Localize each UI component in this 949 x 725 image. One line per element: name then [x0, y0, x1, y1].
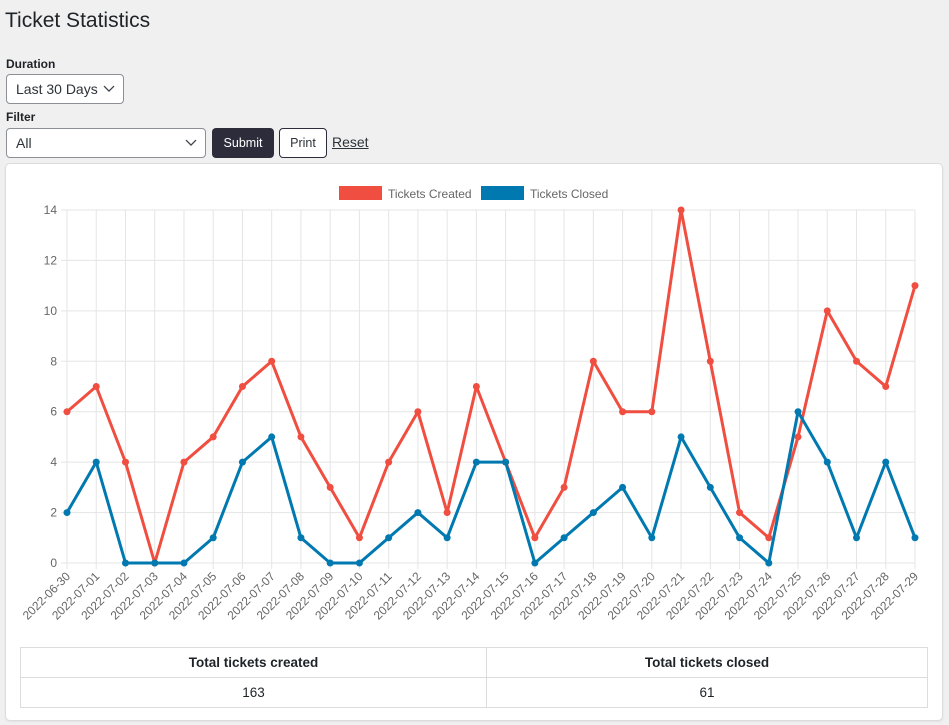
tickets-created-line — [66, 208, 917, 565]
tickets-closed-point — [268, 433, 276, 441]
tickets-closed-point — [326, 559, 334, 567]
total-created-header: Total tickets created — [20, 647, 487, 678]
summary-value-row: 163 61 — [20, 677, 928, 708]
tickets-closed-point — [882, 458, 890, 466]
chart-grid — [61, 209, 916, 569]
tickets-created-point — [238, 383, 246, 390]
total-closed-value: 61 — [486, 677, 928, 708]
tickets-closed-line — [65, 410, 917, 565]
tickets-created-point — [648, 408, 656, 416]
tickets-closed-point — [355, 559, 363, 567]
tickets-closed-point — [853, 534, 861, 542]
tickets-created-point — [92, 383, 100, 390]
tickets-closed-point — [502, 458, 510, 466]
tickets-created-point — [589, 357, 597, 365]
tickets-created-point — [823, 307, 831, 315]
tickets-closed-point — [238, 458, 246, 466]
legend-swatch — [339, 186, 382, 200]
tickets-closed-point — [209, 534, 217, 542]
tickets-created-point — [385, 458, 393, 466]
tickets-closed-point — [736, 534, 744, 542]
tickets-closed-point — [823, 458, 831, 466]
total-created-value: 163 — [20, 677, 487, 708]
legend-label: Tickets Created — [388, 187, 472, 201]
y-axis: 0 2 4 6 8 10 12 14 — [44, 203, 58, 570]
tickets-created-point — [180, 458, 188, 466]
tickets-closed-point — [472, 458, 480, 466]
tickets-created-point — [882, 383, 890, 390]
tickets-created-point — [531, 534, 539, 542]
tickets-created-point — [619, 408, 627, 416]
tickets-closed-point — [385, 534, 393, 542]
tickets-closed-point — [560, 534, 568, 542]
tickets-created-point — [443, 509, 451, 517]
tickets-created-point — [706, 357, 714, 365]
tickets-closed-point — [92, 458, 100, 466]
tickets-closed-point — [911, 534, 919, 542]
tickets-created-point — [736, 509, 744, 517]
tickets-created-point — [414, 408, 422, 416]
tickets-closed-point — [677, 433, 685, 441]
tickets-closed-point — [648, 534, 656, 542]
tickets-created-point — [63, 408, 71, 416]
y-tick-label: 0 — [50, 556, 57, 570]
tickets-closed-point — [297, 534, 305, 542]
tickets-created-point — [794, 433, 802, 441]
tickets-created-point — [121, 458, 129, 466]
tickets-closed-point — [706, 483, 714, 491]
chart-legend: Tickets Created Tickets Closed — [339, 186, 608, 201]
legend-swatch — [481, 186, 524, 200]
x-axis: 2022-06-302022-07-012022-07-022022-07-03… — [20, 569, 922, 623]
y-tick-label: 2 — [50, 506, 57, 520]
y-tick-label: 12 — [44, 253, 58, 267]
tickets-created-point — [268, 357, 276, 365]
tickets-closed-point — [443, 534, 451, 542]
tickets-created-point — [765, 534, 773, 542]
tickets-closed-point — [765, 559, 773, 567]
tickets-closed-point — [151, 559, 159, 567]
legend-label: Tickets Closed — [530, 187, 608, 201]
y-tick-label: 14 — [44, 203, 58, 217]
tickets-closed-point — [63, 509, 71, 517]
y-tick-label: 4 — [50, 455, 57, 469]
tickets-closed-point — [121, 559, 129, 567]
summary-table: Total tickets created Total tickets clos… — [20, 647, 928, 708]
tickets-created-point — [853, 357, 861, 365]
tickets-closed-point — [619, 483, 627, 491]
tickets-closed-point — [180, 559, 188, 567]
tickets-closed-point — [794, 408, 802, 416]
tickets-created-point — [560, 483, 568, 491]
tickets-created-point — [209, 433, 217, 441]
tickets-created-point — [297, 433, 305, 441]
total-closed-header: Total tickets closed — [486, 647, 928, 678]
tickets-created-point — [677, 206, 685, 214]
y-tick-label: 8 — [50, 354, 57, 368]
ticket-line-chart: Tickets Created Tickets Closed 0 2 4 6 8 10 12 1… — [20, 186, 922, 623]
tickets-closed-point — [531, 559, 539, 567]
tickets-created-point — [472, 383, 480, 390]
tickets-closed-point — [414, 509, 422, 517]
summary-header-row: Total tickets created Total tickets clos… — [20, 647, 928, 678]
tickets-created-point — [355, 534, 363, 542]
tickets-created-point — [911, 282, 919, 290]
y-tick-label: 6 — [50, 405, 57, 419]
tickets-created-point — [326, 483, 334, 491]
y-tick-label: 10 — [44, 304, 58, 318]
tickets-closed-point — [589, 509, 597, 517]
